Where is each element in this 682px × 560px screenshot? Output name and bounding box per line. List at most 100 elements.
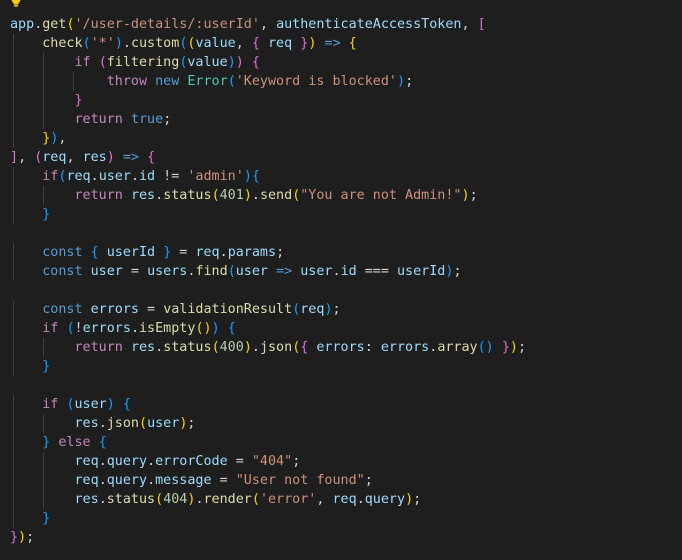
code-token: const xyxy=(42,302,83,317)
code-line[interactable] xyxy=(10,281,682,300)
code-token: = xyxy=(211,473,236,488)
indent-guide xyxy=(13,34,14,53)
code-token: req xyxy=(66,169,91,184)
code-line[interactable]: if (filtering(value)) { xyxy=(10,53,682,72)
code-line[interactable]: req.query.message = "User not found"; xyxy=(10,471,682,490)
code-token: = xyxy=(139,302,164,317)
code-line[interactable]: if (user) { xyxy=(10,395,682,414)
code-token: ] xyxy=(10,150,19,165)
code-token: '*' xyxy=(90,36,115,51)
code-token: res xyxy=(74,416,99,431)
code-token: () xyxy=(195,321,212,336)
indent-guide xyxy=(13,395,14,414)
code-line[interactable]: res.json(user); xyxy=(10,414,682,433)
code-line[interactable]: } else { xyxy=(10,433,682,452)
code-token: new xyxy=(155,74,180,89)
code-line[interactable]: const errors = validationResult(req); xyxy=(10,300,682,319)
code-token: = xyxy=(122,264,148,279)
code-line[interactable]: if(req.user.id != 'admin'){ xyxy=(10,167,682,186)
code-token: user xyxy=(74,397,107,412)
code-line[interactable]: check('*').custom((value, { req }) => { xyxy=(10,34,682,53)
code-token: . xyxy=(98,416,107,431)
code-line[interactable]: throw new Error('Keyword is blocked'); xyxy=(10,72,682,91)
code-line[interactable]: req.query.errorCode = "404"; xyxy=(10,452,682,471)
code-token: app xyxy=(10,17,35,32)
code-token: } xyxy=(42,359,51,374)
code-token: get xyxy=(42,17,67,32)
code-token: . xyxy=(90,169,99,184)
code-token: : xyxy=(364,340,381,355)
code-token: user xyxy=(235,264,268,279)
indent-guide xyxy=(13,53,14,72)
indent-guide xyxy=(13,91,14,110)
code-line[interactable]: return res.status(400).json({ errors: er… xyxy=(10,338,682,357)
code-token: , xyxy=(316,492,333,507)
code-token: ( xyxy=(82,36,91,51)
code-token: , xyxy=(66,150,83,165)
code-token: validationResult xyxy=(163,302,293,317)
code-line[interactable]: res.status(404).render('error', req.quer… xyxy=(10,490,682,509)
code-line[interactable]: const { userId } = req.params; xyxy=(10,243,682,262)
code-line[interactable]: ], (req, res) => { xyxy=(10,148,682,167)
code-token: ( xyxy=(211,340,220,355)
code-token: => xyxy=(122,150,139,165)
code-token: ; xyxy=(517,340,526,355)
code-area[interactable]: app.get('/user-details/:userId', authent… xyxy=(10,15,682,547)
code-token: } xyxy=(42,207,51,222)
code-token: render xyxy=(203,492,252,507)
code-token: return xyxy=(74,112,123,127)
code-token: if xyxy=(42,169,59,184)
code-line[interactable]: if (!errors.isEmpty()) { xyxy=(10,319,682,338)
code-line[interactable]: }), xyxy=(10,129,682,148)
code-token: { xyxy=(98,435,107,450)
code-token: user xyxy=(147,416,180,431)
code-line[interactable] xyxy=(10,224,682,243)
code-token: () xyxy=(477,340,494,355)
code-token: { xyxy=(251,169,260,184)
code-line[interactable]: } xyxy=(10,205,682,224)
code-token: { xyxy=(251,55,260,70)
code-token: ; xyxy=(292,454,301,469)
code-token: ( xyxy=(98,55,107,70)
code-line[interactable]: return res.status(401).send("You are not… xyxy=(10,186,682,205)
code-token: . xyxy=(98,492,107,507)
code-editor[interactable]: app.get('/user-details/:userId', authent… xyxy=(0,0,682,560)
code-token: . xyxy=(155,188,164,203)
code-token: res xyxy=(74,492,99,507)
code-token: filtering xyxy=(106,55,180,70)
code-line[interactable]: return true; xyxy=(10,110,682,129)
code-token: 401 xyxy=(219,188,244,203)
code-line[interactable]: const user = users.find(user => user.id … xyxy=(10,262,682,281)
code-line[interactable]: }); xyxy=(10,528,682,547)
indent-guide xyxy=(43,471,45,490)
code-token: ) xyxy=(106,397,115,412)
code-line[interactable]: } xyxy=(10,357,682,376)
code-line[interactable]: } xyxy=(10,509,682,528)
code-line[interactable]: } xyxy=(10,91,682,110)
code-token: errors xyxy=(316,340,365,355)
code-line[interactable] xyxy=(10,376,682,395)
code-token: status xyxy=(163,340,212,355)
indent-guide xyxy=(43,91,45,110)
code-line[interactable]: app.get('/user-details/:userId', authent… xyxy=(10,15,682,34)
code-token: ; xyxy=(332,302,341,317)
code-token: . xyxy=(147,454,156,469)
code-token: ; xyxy=(364,473,373,488)
code-token: ; xyxy=(187,416,196,431)
indent-guide xyxy=(13,167,14,186)
indent-guide xyxy=(13,262,14,281)
lightbulb-icon[interactable] xyxy=(10,0,22,8)
code-token: . xyxy=(122,36,131,51)
indent-guide xyxy=(13,205,14,224)
code-token: != xyxy=(155,169,188,184)
